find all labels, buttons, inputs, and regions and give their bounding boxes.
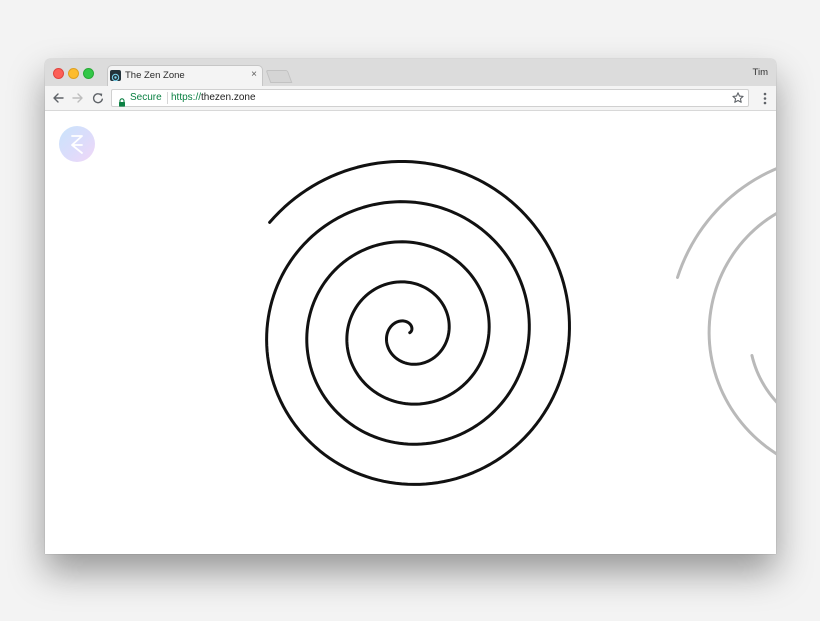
minimize-window-button[interactable] <box>68 68 79 79</box>
title-bar: The Zen Zone × Tim <box>45 59 776 86</box>
url-scheme: https:// <box>171 92 202 103</box>
kebab-menu-icon[interactable] <box>763 92 767 105</box>
address-bar[interactable]: Secure https://thezen.zone <box>111 89 749 107</box>
secure-label: Secure <box>130 92 162 103</box>
spiral-graphic <box>265 160 776 486</box>
url-host: thezen.zone <box>201 92 256 103</box>
tab-close-icon[interactable]: × <box>251 69 257 81</box>
tab-title: The Zen Zone <box>125 70 185 81</box>
main-spiral <box>265 160 571 486</box>
url-text: https://thezen.zone <box>171 92 256 103</box>
zen-favicon-icon <box>110 70 121 81</box>
star-icon[interactable] <box>731 91 745 105</box>
reload-icon[interactable] <box>91 91 105 105</box>
close-window-button[interactable] <box>53 68 64 79</box>
new-tab-button[interactable] <box>265 70 293 83</box>
profile-button[interactable]: Tim <box>753 67 768 78</box>
maximize-window-button[interactable] <box>83 68 94 79</box>
lock-icon <box>118 94 126 107</box>
forward-arrow-icon[interactable] <box>71 91 85 105</box>
tab-the-zen-zone[interactable]: The Zen Zone × <box>107 65 263 86</box>
back-arrow-icon[interactable] <box>51 91 65 105</box>
page-content <box>45 111 776 554</box>
browser-toolbar: Secure https://thezen.zone <box>45 86 776 111</box>
browser-window: The Zen Zone × Tim Secure https://thezen… <box>45 59 776 554</box>
omnibox-divider <box>167 92 168 104</box>
secondary-spiral <box>676 167 776 456</box>
